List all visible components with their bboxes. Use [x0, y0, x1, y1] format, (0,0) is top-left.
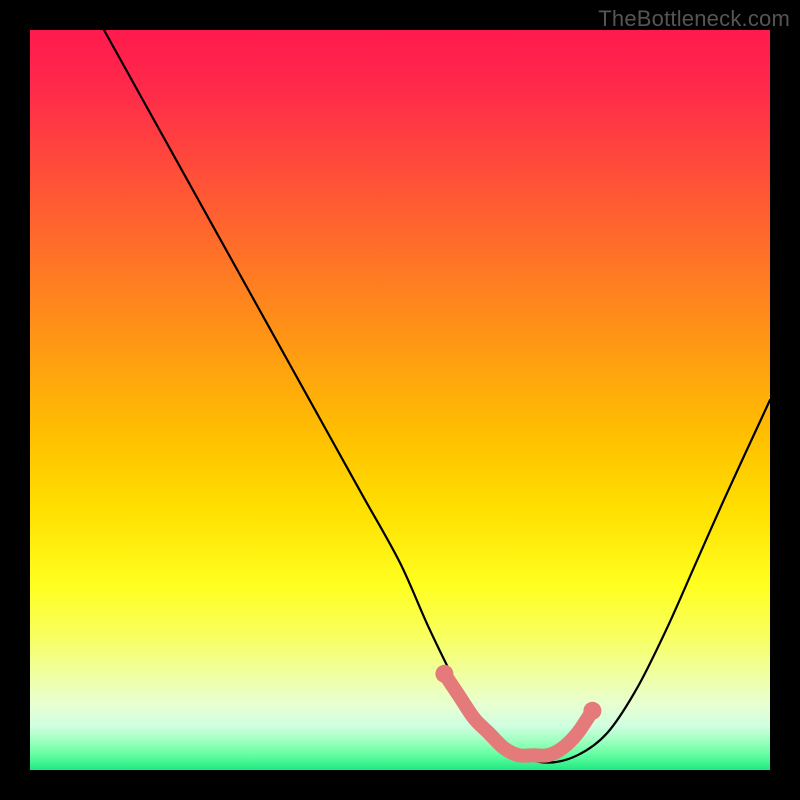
- bottleneck-curve-line: [104, 30, 770, 763]
- curve-svg: [30, 30, 770, 770]
- highlight-segment-line: [444, 674, 592, 756]
- highlight-right-dot: [583, 702, 601, 720]
- watermark-text: TheBottleneck.com: [598, 6, 790, 32]
- chart-frame: TheBottleneck.com: [0, 0, 800, 800]
- highlight-left-dot: [435, 665, 453, 683]
- plot-area: [30, 30, 770, 770]
